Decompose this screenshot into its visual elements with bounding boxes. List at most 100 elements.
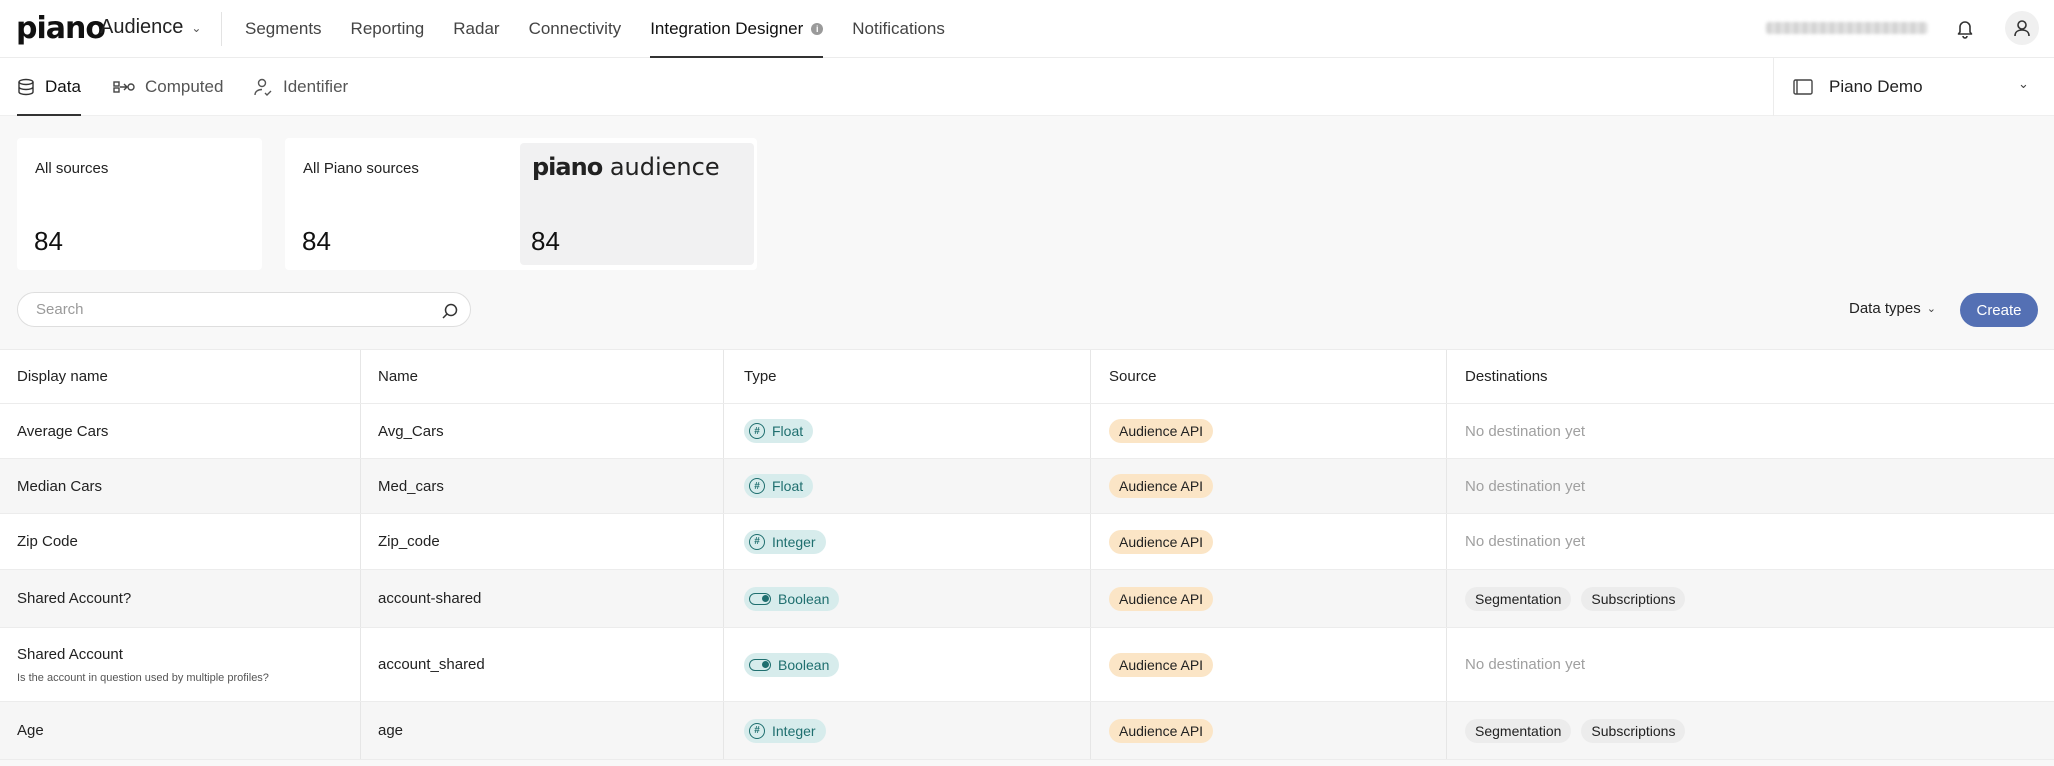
nav-segments[interactable]: Segments bbox=[245, 0, 322, 58]
type-badge: # Float bbox=[744, 419, 814, 443]
piano-audience-logo: piano audience bbox=[532, 153, 720, 181]
card-label: All sources bbox=[35, 160, 109, 177]
destination-badge: Subscriptions bbox=[1581, 586, 1686, 611]
workspace-selector[interactable]: Piano Demo ⌄ bbox=[1773, 58, 2054, 116]
cell-name: Avg_Cars bbox=[360, 404, 723, 458]
hash-icon: # bbox=[749, 423, 765, 439]
destination-badge: Segmentation bbox=[1465, 718, 1572, 743]
table-row[interactable]: Zip Code Zip_code # Integer Audience API No d… bbox=[0, 514, 2054, 570]
data-types-label: Data types bbox=[1849, 300, 1921, 317]
workspace-icon bbox=[1793, 79, 1813, 95]
table-row[interactable]: Shared Account? account-shared Boolean Audi… bbox=[0, 570, 2054, 628]
data-types-dropdown[interactable]: Data types ⌄ bbox=[1849, 300, 1936, 317]
tab-data[interactable]: Data bbox=[17, 58, 81, 116]
user-email-redacted bbox=[1766, 22, 1928, 34]
cell-display-name: Age bbox=[0, 702, 360, 759]
cell-source: Audience API bbox=[1090, 702, 1446, 759]
app-switcher[interactable]: Audience ⌄ bbox=[100, 16, 201, 39]
display-name: Average Cars bbox=[17, 422, 109, 440]
piano-logo[interactable]: piano bbox=[16, 14, 106, 44]
search-field[interactable] bbox=[17, 292, 471, 327]
hash-icon: # bbox=[749, 722, 765, 739]
cell-display-name: Median Cars bbox=[0, 459, 360, 513]
nav-connectivity[interactable]: Connectivity bbox=[529, 0, 622, 58]
column-header[interactable]: Name bbox=[360, 350, 723, 403]
display-name: Zip Code bbox=[17, 533, 78, 550]
cell-name: Med_cars bbox=[360, 459, 723, 513]
bell-icon[interactable] bbox=[1952, 15, 1978, 41]
database-icon bbox=[18, 78, 34, 96]
chevron-down-icon: ⌄ bbox=[2018, 76, 2029, 91]
tab-label: Identifier bbox=[283, 77, 349, 96]
nav-label: Segments bbox=[245, 19, 322, 38]
nav-integration-designer[interactable]: Integration Designer i bbox=[650, 0, 824, 58]
column-header[interactable]: Display name bbox=[0, 350, 360, 403]
user-icon[interactable] bbox=[2005, 11, 2039, 45]
cell-display-name: Average Cars bbox=[0, 404, 360, 458]
card-value: 84 bbox=[302, 226, 331, 256]
cell-type: # Float bbox=[723, 459, 1090, 513]
cell-source: Audience API bbox=[1090, 514, 1446, 569]
tab-label: Data bbox=[45, 77, 81, 96]
type-badge: # Integer bbox=[744, 529, 826, 554]
brand-light: audience bbox=[609, 153, 720, 181]
source-badge: Audience API bbox=[1109, 529, 1214, 554]
info-icon[interactable]: i bbox=[811, 23, 824, 35]
card-value: 84 bbox=[531, 226, 560, 256]
search-input[interactable] bbox=[36, 301, 426, 318]
cell-name: Zip_code bbox=[360, 514, 723, 569]
nav-radar[interactable]: Radar bbox=[453, 0, 499, 58]
table-row[interactable]: Median Cars Med_cars # Float Audience API No … bbox=[0, 459, 2054, 514]
source-badge: Audience API bbox=[1109, 718, 1214, 743]
display-name: Age bbox=[17, 722, 44, 739]
type-badge: Boolean bbox=[744, 586, 840, 611]
cell-destinations: No destination yet bbox=[1446, 514, 2054, 569]
table-header: Display name Name Type Source Destinatio… bbox=[0, 349, 2054, 404]
column-header[interactable]: Type bbox=[723, 350, 1090, 403]
no-destination-text: No destination yet bbox=[1465, 533, 1586, 550]
nav-reporting[interactable]: Reporting bbox=[351, 0, 425, 58]
source-badge: Audience API bbox=[1109, 419, 1214, 443]
type-badge: # Float bbox=[744, 474, 814, 498]
cell-source: Audience API bbox=[1090, 628, 1446, 701]
column-header[interactable]: Destinations bbox=[1446, 350, 2054, 403]
nav-label: Reporting bbox=[350, 19, 425, 38]
card-all-sources[interactable]: All sources 84 bbox=[17, 138, 262, 270]
top-navigation: piano Audience ⌄ Segments Reporting Rada… bbox=[0, 0, 2054, 58]
cell-display-name: Zip Code bbox=[0, 514, 360, 569]
tab-computed[interactable]: Computed bbox=[113, 58, 223, 116]
type-label: Boolean bbox=[778, 590, 830, 607]
table-row[interactable]: Average Cars Avg_Cars # Float Audience API No… bbox=[0, 404, 2054, 459]
app-name: Audience bbox=[100, 16, 184, 38]
computed-icon bbox=[113, 81, 135, 93]
display-name: Shared Account? bbox=[17, 590, 132, 607]
cell-type: # Integer bbox=[723, 514, 1090, 569]
cell-destinations: No destination yet bbox=[1446, 628, 2054, 701]
nav-label: Notifications bbox=[852, 19, 945, 38]
destination-badge: Subscriptions bbox=[1581, 718, 1686, 743]
cell-type: # Integer bbox=[723, 702, 1090, 759]
cell-source: Audience API bbox=[1090, 459, 1446, 513]
cell-name: account-shared bbox=[360, 570, 723, 627]
type-label: Integer bbox=[772, 722, 816, 739]
toggle-icon bbox=[749, 658, 771, 671]
cell-display-name: Shared Account Is the account in question… bbox=[0, 628, 360, 701]
destination-badge: Segmentation bbox=[1465, 586, 1572, 611]
column-header[interactable]: Source bbox=[1090, 350, 1446, 403]
brand-bold: piano bbox=[532, 153, 603, 181]
display-name: Median Cars bbox=[17, 477, 103, 495]
table-row[interactable]: Shared Account Is the account in question… bbox=[0, 628, 2054, 702]
search-icon[interactable] bbox=[441, 302, 459, 320]
cell-destinations: No destination yet bbox=[1446, 404, 2054, 458]
tab-identifier[interactable]: Identifier bbox=[253, 58, 348, 116]
cell-name: account_shared bbox=[360, 628, 723, 701]
hash-icon: # bbox=[749, 533, 765, 550]
nav-label: Integration Designer bbox=[650, 19, 804, 38]
nav-notifications[interactable]: Notifications bbox=[852, 0, 945, 58]
table-row[interactable]: Age age # Integer Audience API Segmentation Su… bbox=[0, 702, 2054, 760]
source-badge: Audience API bbox=[1109, 474, 1214, 498]
workspace-label: Piano Demo bbox=[1829, 77, 1923, 96]
card-piano-audience[interactable]: piano audience 84 bbox=[520, 143, 754, 265]
chevron-down-icon: ⌄ bbox=[191, 20, 202, 35]
create-button[interactable]: Create bbox=[1960, 293, 2038, 327]
